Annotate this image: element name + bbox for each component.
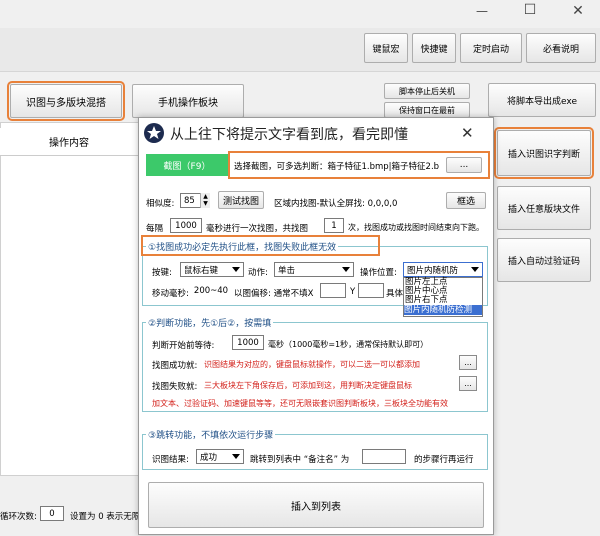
action-label: 动作:	[248, 268, 268, 278]
close-window-button[interactable]: ✕	[566, 3, 590, 21]
jump-target-input[interactable]	[362, 449, 406, 464]
shutdown-after-stop-button[interactable]: 脚本停止后关机	[384, 83, 470, 99]
offset-y-label: Y	[350, 287, 356, 297]
similarity-label: 相似度:	[146, 199, 175, 209]
choose-screenshot-button[interactable]: ...	[446, 157, 482, 173]
group-3-title: ③跳转功能，不填依次运行步骤	[146, 428, 276, 441]
move-ms-input[interactable]: 200~40	[194, 283, 228, 298]
insert-module-file-button[interactable]: 插入任意版块文件	[497, 186, 591, 230]
success-ellipsis-button[interactable]: ...	[459, 355, 477, 370]
offset-y-input[interactable]	[358, 283, 384, 298]
hotkey-button[interactable]: 快捷键	[412, 33, 456, 63]
operation-list[interactable]	[0, 122, 145, 476]
jump-label: 跳转到列表中 “备注名” 为	[250, 455, 350, 465]
tab-mobile[interactable]: 手机操作板块	[132, 84, 244, 118]
macro-button[interactable]: 键鼠宏	[364, 33, 408, 63]
wait-hint: 毫秒（1000毫秒=1秒，通常保持默认即可）	[268, 340, 429, 349]
wait-label: 判断开始前等待:	[152, 341, 215, 351]
fail-hint: 三大板块左下角保存后，可添加到这，用判断决定键盘鼠标	[204, 381, 412, 390]
schedule-button[interactable]: 定时启动	[460, 33, 522, 63]
move-ms-label: 移动毫秒:	[152, 289, 189, 299]
minimize-button[interactable]: —	[470, 4, 494, 22]
star-icon	[144, 123, 164, 143]
success-label: 找图成功就:	[152, 361, 198, 371]
keep-on-top-button[interactable]: 保持窗口在最前	[384, 102, 470, 118]
region-label: 区域内找图-默认全屏找: 0,0,0,0	[274, 199, 398, 209]
key-select[interactable]: 鼠标右键	[180, 262, 244, 277]
count-input[interactable]: 1	[324, 218, 344, 233]
interval-input[interactable]: 1000	[170, 218, 202, 233]
nesting-note: 加文本、过验证码、加速键鼠等等，还可无限嵌套识图判断板块，三板块全功能有效	[152, 399, 448, 408]
insert-captcha-button[interactable]: 插入自动过验证码	[497, 238, 591, 282]
offset-x-input[interactable]	[320, 283, 346, 298]
jump-suffix: 的步骤行再运行	[414, 455, 474, 465]
interval-prefix: 每隔	[146, 224, 164, 234]
insert-to-list-button[interactable]: 插入到列表	[148, 482, 484, 528]
result-label: 识图结果:	[152, 455, 189, 465]
specific-label: 具体	[386, 289, 404, 299]
loop-hint: 设置为 0 表示无限	[70, 512, 141, 522]
interval-mid: 毫秒进行一次找图，共找图	[206, 224, 309, 234]
help-button[interactable]: 必看说明	[526, 33, 596, 63]
fail-label: 找图失败就:	[152, 382, 198, 392]
insert-image-judge-button[interactable]: 插入识图识字判断	[494, 127, 594, 179]
group-2-title: ②判断功能，先①后②，按需填	[146, 316, 274, 329]
action-select[interactable]: 单击	[274, 262, 354, 277]
dialog-title: 从上往下将提示文字看到底，看完即懂	[170, 127, 408, 143]
close-dialog-icon[interactable]: ✕	[461, 124, 474, 142]
screenshot-button[interactable]: 截图（F9）	[146, 154, 228, 176]
test-find-image-button[interactable]: 测试找图	[218, 191, 264, 209]
tab-image-mix[interactable]: 识图与多版块混搭	[7, 81, 125, 121]
loop-count-input[interactable]: 0	[40, 506, 64, 521]
position-option-bottom-right[interactable]: 图片右下点	[405, 296, 448, 305]
key-label: 按键:	[152, 268, 172, 278]
position-label: 操作位置:	[360, 268, 397, 278]
screenshot-hint: 选择截图，可多选判断：箱子特征1.bmp|箱子特征2.b	[234, 162, 440, 172]
success-hint: 识图结果为对应的，键盘鼠标就操作，可以二选一可以都添加	[204, 360, 420, 369]
export-exe-button[interactable]: 将脚本导出成exe	[488, 83, 596, 117]
region-select-button[interactable]: 框选	[446, 192, 486, 209]
position-option-random[interactable]: 图片内随机防检测	[404, 305, 482, 315]
loop-count-label: 循环次数:	[0, 512, 37, 522]
group-1-title-highlight	[141, 235, 380, 256]
position-select[interactable]: 图片内随机防	[403, 262, 483, 277]
maximize-button[interactable]: ☐	[518, 2, 542, 20]
similarity-spinner[interactable]: ▲ ▼	[200, 193, 210, 208]
column-header: 操作内容	[0, 128, 138, 156]
result-select[interactable]: 成功	[196, 449, 244, 464]
wait-input[interactable]: 1000	[232, 335, 264, 350]
offset-label: 以图偏移: 通常不填X	[234, 289, 314, 299]
fail-ellipsis-button[interactable]: ...	[459, 376, 477, 391]
interval-suffix: 次，找图成功或找图时间结束向下跑。	[348, 223, 484, 232]
